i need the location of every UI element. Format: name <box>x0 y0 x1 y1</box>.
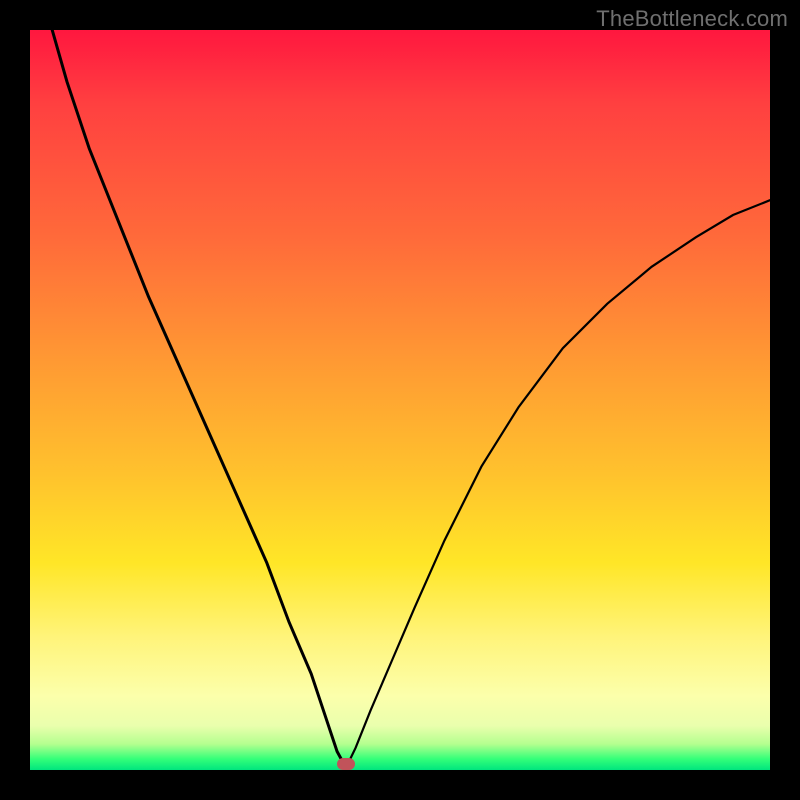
bottleneck-curve <box>30 30 770 770</box>
chart-frame: TheBottleneck.com <box>0 0 800 800</box>
minimum-marker <box>337 758 355 770</box>
plot-area <box>30 30 770 770</box>
watermark-text: TheBottleneck.com <box>596 6 788 32</box>
